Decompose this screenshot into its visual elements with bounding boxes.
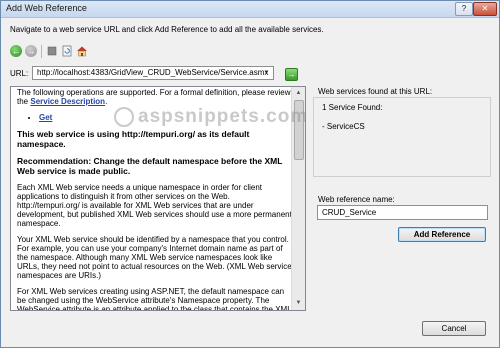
refresh-icon[interactable]	[61, 45, 73, 57]
scroll-down-icon[interactable]: ▼	[293, 298, 304, 309]
operation-link-get[interactable]: Get	[39, 113, 52, 122]
help-button[interactable]: ?	[455, 2, 473, 16]
intro-end: .	[105, 97, 108, 106]
namespace-paragraph-3: For XML Web services creating using ASP.…	[17, 287, 292, 311]
service-description-link[interactable]: Service Description	[30, 97, 105, 106]
watermark-text: aspsnippets.com	[138, 106, 309, 127]
watermark-logo-icon	[114, 107, 134, 127]
cancel-button[interactable]: Cancel	[422, 321, 486, 336]
url-value[interactable]: http://localhost:4383/GridView_CRUD_WebS…	[37, 68, 268, 77]
instruction-text: Navigate to a web service URL and click …	[10, 25, 324, 34]
scroll-up-icon[interactable]: ▲	[293, 88, 304, 99]
url-input[interactable]: http://localhost:4383/GridView_CRUD_WebS…	[32, 66, 274, 80]
services-found-count: 1 Service Found:	[322, 103, 383, 112]
intro-paragraph: The following operations are supported. …	[17, 88, 293, 106]
toolbar-separator	[41, 45, 42, 58]
dialog-title: Add Web Reference	[6, 3, 87, 13]
web-reference-name-label: Web reference name:	[318, 195, 395, 204]
services-found-panel: 1 Service Found: - ServiceCS	[313, 97, 491, 177]
forward-icon[interactable]: →	[25, 45, 37, 57]
web-reference-name-value[interactable]: CRUD_Service	[322, 208, 376, 217]
url-label: URL:	[10, 69, 29, 78]
chevron-down-icon[interactable]: ▼	[261, 68, 272, 78]
home-icon[interactable]	[76, 45, 88, 57]
stop-icon[interactable]	[46, 45, 58, 57]
add-web-reference-dialog: Add Web Reference ? ✕ Navigate to a web …	[0, 0, 500, 348]
recommendation-heading: Recommendation: Change the default names…	[17, 156, 283, 176]
web-reference-name-input[interactable]: CRUD_Service	[317, 205, 488, 220]
namespace-heading: This web service is using http://tempuri…	[17, 129, 250, 149]
namespace-paragraph-2: Your XML Web service should be identifie…	[17, 235, 292, 280]
services-found-label: Web services found at this URL:	[318, 87, 433, 96]
back-icon[interactable]: ←	[10, 45, 22, 57]
service-item[interactable]: - ServiceCS	[322, 122, 365, 131]
close-button[interactable]: ✕	[473, 2, 497, 16]
title-bar: Add Web Reference ? ✕	[1, 1, 499, 18]
namespace-paragraph-1: Each XML Web service needs a unique name…	[17, 183, 292, 228]
add-reference-button[interactable]: Add Reference	[398, 227, 486, 242]
go-arrow-icon[interactable]: →	[285, 68, 298, 81]
